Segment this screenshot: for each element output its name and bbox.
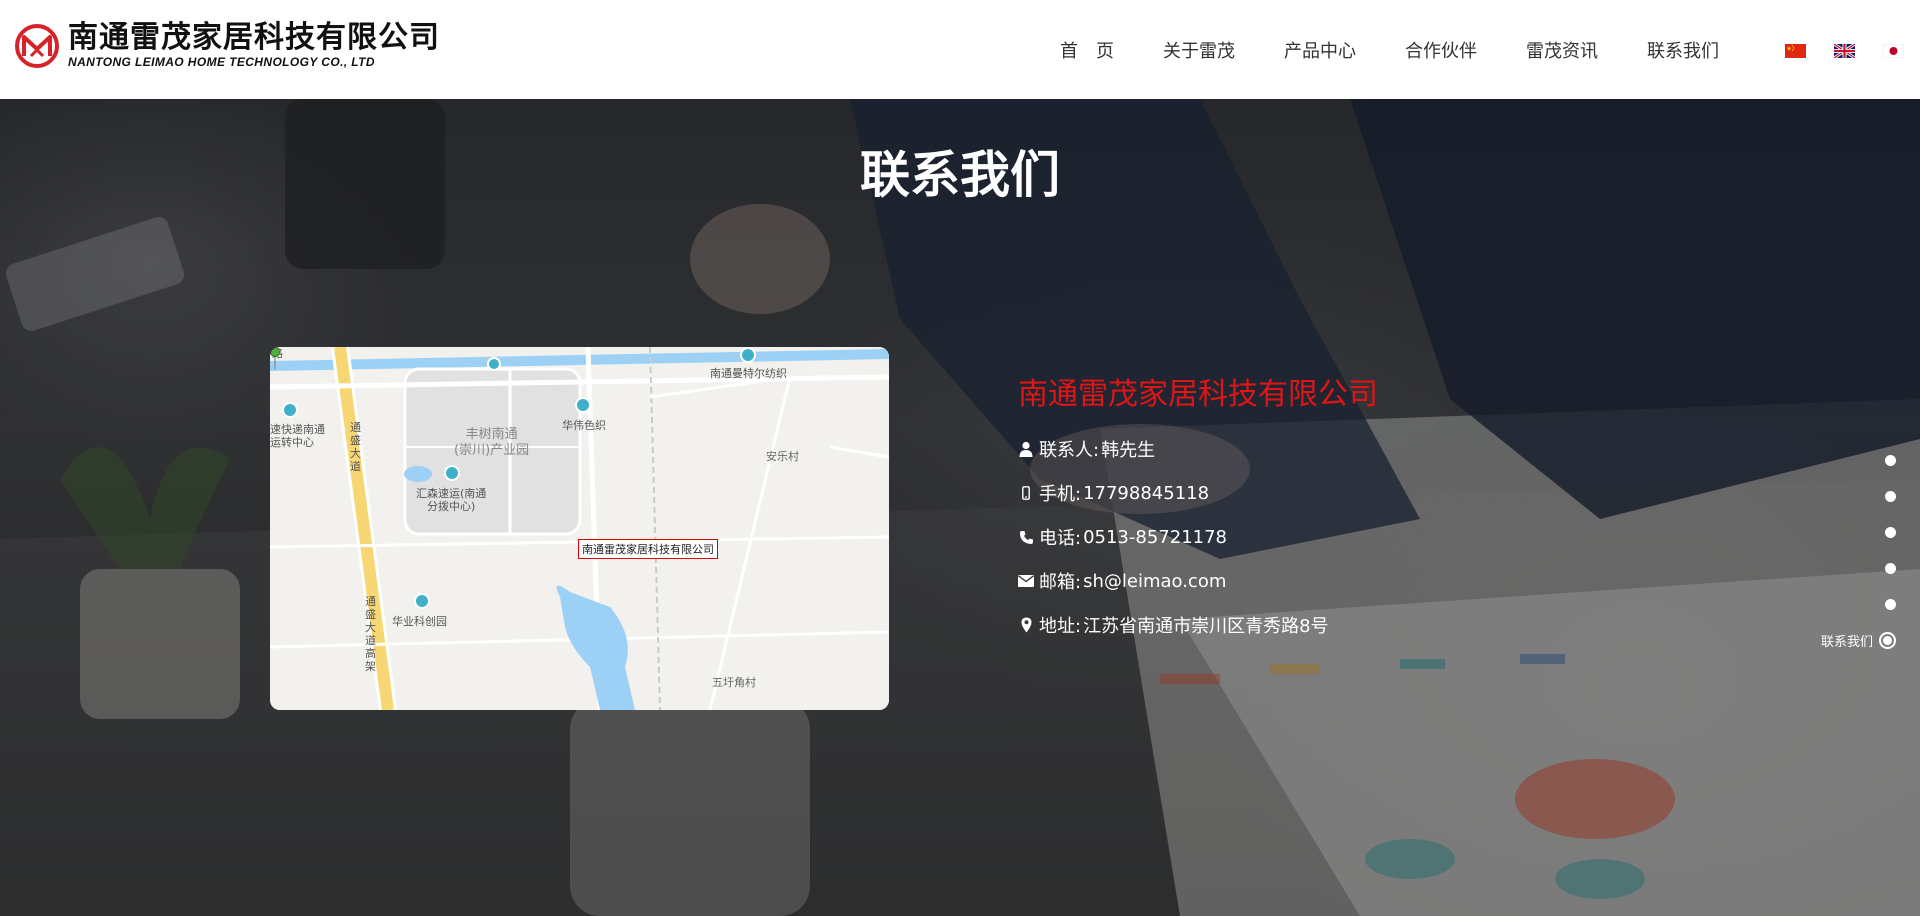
map-label-park: 丰树南通 (崇川)产业园	[454, 427, 530, 458]
flag-jp-icon[interactable]	[1883, 44, 1904, 58]
nav-item-about[interactable]: 关于雷茂	[1163, 37, 1235, 63]
section-nav: 联系我们	[1821, 455, 1896, 650]
contact-value: 江苏省南通市崇川区青秀路8号	[1083, 616, 1329, 637]
nav-item-contact[interactable]: 联系我们	[1647, 37, 1719, 63]
section-dot[interactable]	[1885, 527, 1896, 538]
map-label-anle: 安乐村	[766, 450, 799, 463]
location-icon	[1018, 617, 1034, 633]
main-nav: 首 页 关于雷茂 产品中心 合作伙伴 雷茂资讯 联系我们	[1060, 0, 1768, 99]
contact-label: 地址:	[1039, 616, 1082, 637]
map-label-huawei: 华伟色织	[562, 419, 606, 432]
map-poi-icon	[487, 357, 501, 371]
section-dot-active[interactable]: 联系我们	[1821, 631, 1896, 650]
nav-item-products[interactable]: 产品中心	[1284, 37, 1356, 63]
map-poi-icon	[414, 593, 430, 609]
section-dot[interactable]	[1885, 491, 1896, 502]
map-poi-icon	[282, 402, 298, 418]
map-marker-label[interactable]: 南通雷茂家居科技有限公司	[578, 539, 718, 559]
nav-item-news[interactable]: 雷茂资讯	[1526, 37, 1598, 63]
contact-info: 南通雷茂家居科技有限公司 联系人: 韩先生 手机: 17798845118 电话…	[1018, 369, 1378, 647]
contact-label: 电话:	[1039, 528, 1082, 549]
user-icon	[1018, 441, 1034, 457]
active-dot-icon[interactable]	[1879, 632, 1896, 649]
flag-uk-icon[interactable]	[1834, 44, 1855, 58]
contact-value[interactable]: 17798845118	[1083, 483, 1209, 504]
map-poi-icon	[444, 465, 460, 481]
contact-row-mobile: 手机: 17798845118	[1018, 471, 1378, 515]
map-label-mantel: 南通曼特尔纺织	[710, 367, 787, 380]
map-label-tongsheng-high: 通 盛 大 道 高 架	[365, 595, 376, 673]
map-poi-icon	[575, 397, 591, 413]
contact-value[interactable]: sh@leimao.com	[1083, 571, 1226, 592]
contact-row-email: 邮箱: sh@leimao.com	[1018, 559, 1378, 603]
contact-row-person: 联系人: 韩先生	[1018, 427, 1378, 471]
contact-row-phone: 电话: 0513-85721178	[1018, 515, 1378, 559]
map-label-huaye: 华业科创园	[392, 615, 447, 628]
map-poi-icon	[740, 347, 756, 363]
contact-label: 手机:	[1039, 484, 1082, 505]
contact-label: 邮箱:	[1039, 572, 1082, 593]
nav-item-partners[interactable]: 合作伙伴	[1405, 37, 1477, 63]
company-name: 南通雷茂家居科技有限公司	[1018, 377, 1378, 412]
location-map[interactable]: 路 速快递南通 运转中心 通 盛 大 道 丰树南通 (崇川)产业园 汇森速运(南…	[270, 347, 889, 710]
logo-chinese-name: 南通雷茂家居科技有限公司	[68, 20, 440, 55]
map-label-tongsheng: 通 盛 大 道	[350, 421, 361, 473]
site-header: 南通雷茂家居科技有限公司 NANTONG LEIMAO HOME TECHNOL…	[0, 0, 1920, 99]
contact-row-address: 地址: 江苏省南通市崇川区青秀路8号	[1018, 603, 1378, 647]
map-label-express: 速快递南通 运转中心	[270, 423, 325, 449]
map-label-huisen: 汇森速运(南通 分拨中心)	[416, 487, 487, 513]
logo-text: 南通雷茂家居科技有限公司 NANTONG LEIMAO HOME TECHNOL…	[68, 20, 440, 70]
phone-icon	[1018, 529, 1034, 545]
logo[interactable]: 南通雷茂家居科技有限公司 NANTONG LEIMAO HOME TECHNOL…	[14, 22, 440, 69]
envelope-icon	[1018, 573, 1034, 589]
page-title: 联系我们	[860, 146, 1060, 204]
mobile-icon	[1018, 485, 1034, 501]
contact-label: 联系人:	[1039, 440, 1100, 461]
flag-cn-icon[interactable]	[1785, 44, 1806, 58]
section-dot[interactable]	[1885, 455, 1896, 466]
section-dot-label: 联系我们	[1820, 635, 1873, 650]
map-label-wuwei: 五圩角村	[712, 676, 756, 689]
contact-value: 韩先生	[1101, 440, 1156, 461]
section-dot[interactable]	[1885, 563, 1896, 574]
language-switcher	[1785, 44, 1920, 58]
map-pin-icon[interactable]	[270, 347, 280, 369]
logo-english-name: NANTONG LEIMAO HOME TECHNOLOGY CO., LTD	[68, 55, 375, 69]
section-dot[interactable]	[1885, 599, 1896, 610]
contact-hero: 联系我们 路 速快递南	[0, 99, 1920, 916]
nav-item-home[interactable]: 首 页	[1060, 37, 1114, 63]
logo-icon	[15, 23, 59, 68]
contact-value[interactable]: 0513-85721178	[1083, 527, 1227, 548]
